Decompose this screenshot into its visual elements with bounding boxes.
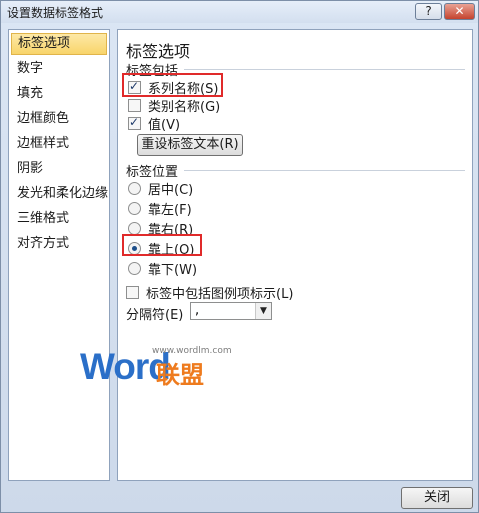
divider [184,69,465,70]
category-sidebar: 标签选项 数字 填充 边框颜色 边框样式 阴影 发光和柔化边缘 三维格式 对齐方… [8,29,110,481]
separator-label: 分隔符(E) [126,308,184,323]
value-label: 值(V) [148,118,181,133]
separator-value: , [195,303,200,318]
legend-key-label: 标签中包括图例项标示(L) [146,287,294,302]
sidebar-item-3d-format[interactable]: 三维格式 [11,208,107,230]
sidebar-item-alignment[interactable]: 对齐方式 [11,233,107,255]
category-name-label: 类别名称(G) [148,100,221,115]
category-name-checkbox[interactable] [128,99,141,112]
highlight-box-series-name [122,73,223,97]
sidebar-item-number[interactable]: 数字 [11,58,107,80]
separator-select[interactable]: , ▼ [190,302,272,320]
sidebar-item-label-options[interactable]: 标签选项 [11,33,107,55]
dialog-title: 设置数据标签格式 [7,6,104,20]
label-position-heading: 标签位置 [126,165,179,180]
position-below-label: 靠下(W) [148,263,198,278]
legend-key-checkbox[interactable] [126,286,139,299]
sidebar-item-border-style[interactable]: 边框样式 [11,133,107,155]
close-window-button[interactable]: ✕ [444,3,475,20]
title-bar: 设置数据标签格式 ? ✕ [1,1,478,23]
highlight-box-above [122,234,202,256]
options-panel: 标签选项 标签包括 系列名称(S) 类别名称(G) 值(V) 重设标签文本(R)… [117,29,473,481]
sidebar-item-fill[interactable]: 填充 [11,83,107,105]
position-left-radio[interactable] [128,202,141,215]
sidebar-item-glow[interactable]: 发光和柔化边缘 [11,183,108,205]
position-below-radio[interactable] [128,262,141,275]
sidebar-item-border-color[interactable]: 边框颜色 [11,108,107,130]
divider [184,170,465,171]
position-center-radio[interactable] [128,182,141,195]
sidebar-item-shadow[interactable]: 阴影 [11,158,107,180]
help-button[interactable]: ? [415,3,442,20]
watermark-cn: 联盟 [156,361,204,389]
page-title: 标签选项 [126,42,191,61]
dialog-window: 设置数据标签格式 ? ✕ 标签选项 数字 填充 边框颜色 边框样式 阴影 发光和… [0,0,479,513]
value-checkbox[interactable] [128,115,141,130]
chevron-down-icon[interactable]: ▼ [255,303,271,319]
close-button[interactable]: 关闭 [401,487,473,509]
position-left-label: 靠左(F) [148,203,192,218]
reset-label-text-button[interactable]: 重设标签文本(R) [137,134,243,156]
position-center-label: 居中(C) [148,183,194,198]
